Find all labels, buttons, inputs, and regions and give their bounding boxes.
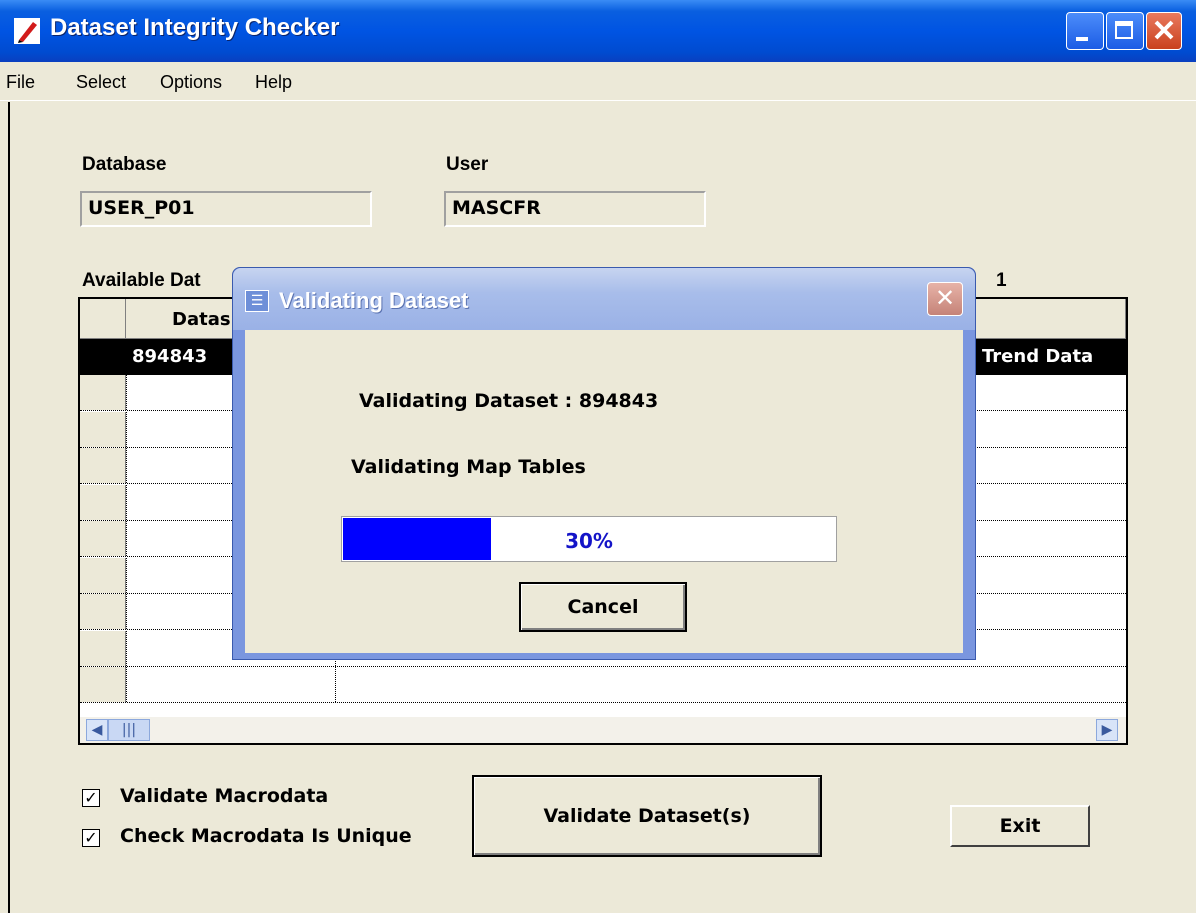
user-field: MASCFR bbox=[444, 191, 706, 227]
row-header[interactable] bbox=[80, 557, 126, 593]
grid-cell[interactable] bbox=[126, 667, 336, 702]
row-header[interactable] bbox=[80, 521, 126, 556]
menu-help[interactable]: Help bbox=[255, 72, 292, 93]
horizontal-scrollbar[interactable]: ◀ ||| ▶ bbox=[80, 716, 1126, 743]
validate-macrodata-label: Validate Macrodata bbox=[120, 785, 329, 807]
table-row[interactable] bbox=[80, 667, 1126, 703]
row-header[interactable] bbox=[80, 484, 126, 520]
row-header[interactable] bbox=[80, 630, 126, 666]
check-unique-checkbox[interactable]: ✓ bbox=[82, 829, 100, 847]
validating-dialog[interactable]: ☰ Validating Dataset ✕ Validating Datase… bbox=[232, 267, 976, 660]
dataset-id-cell: 894843 bbox=[132, 346, 208, 367]
dataset-count: 1 bbox=[996, 270, 1007, 291]
window-titlebar[interactable]: Dataset Integrity Checker bbox=[0, 0, 1196, 62]
dialog-title: Validating Dataset bbox=[279, 288, 469, 313]
user-label: User bbox=[446, 154, 489, 175]
scroll-thumb[interactable]: ||| bbox=[108, 719, 150, 741]
cancel-button[interactable]: Cancel bbox=[519, 582, 687, 632]
progress-text: 30% bbox=[565, 529, 613, 553]
close-icon bbox=[1154, 20, 1174, 40]
minimize-button[interactable] bbox=[1066, 12, 1104, 50]
scroll-left-icon[interactable]: ◀ bbox=[86, 719, 108, 741]
grid-corner-header bbox=[80, 299, 126, 339]
trend-data-cell: Trend Data bbox=[982, 346, 1094, 367]
check-unique-label: Check Macrodata Is Unique bbox=[120, 825, 412, 847]
available-datasets-label: Available Dat bbox=[82, 270, 201, 291]
maximize-icon bbox=[1115, 21, 1133, 39]
row-header[interactable] bbox=[80, 667, 126, 702]
close-icon: ✕ bbox=[934, 284, 956, 312]
row-header[interactable] bbox=[80, 594, 126, 629]
validating-step-text: Validating Map Tables bbox=[351, 456, 586, 478]
menu-file[interactable]: File bbox=[6, 72, 35, 93]
dialog-titlebar[interactable]: ☰ Validating Dataset ✕ bbox=[233, 268, 975, 330]
minimize-icon bbox=[1076, 37, 1088, 41]
progress-bar: 30% bbox=[341, 516, 837, 562]
column-header-label: Datas bbox=[172, 309, 231, 330]
validate-datasets-button[interactable]: Validate Dataset(s) bbox=[472, 775, 822, 857]
exit-button[interactable]: Exit bbox=[950, 805, 1090, 847]
close-button[interactable] bbox=[1146, 12, 1182, 50]
dialog-body: Validating Dataset : 894843 Validating M… bbox=[245, 330, 963, 653]
dialog-form-icon: ☰ bbox=[245, 290, 269, 312]
menu-options[interactable]: Options bbox=[160, 72, 222, 93]
database-field: USER_P01 bbox=[80, 191, 372, 227]
scroll-right-icon[interactable]: ▶ bbox=[1096, 719, 1118, 741]
dialog-close-button[interactable]: ✕ bbox=[927, 282, 963, 316]
menu-bar: File Select Options Help bbox=[0, 62, 1196, 101]
validate-macrodata-checkbox[interactable]: ✓ bbox=[82, 789, 100, 807]
row-header[interactable] bbox=[80, 448, 126, 483]
row-header[interactable] bbox=[80, 375, 126, 410]
maximize-button[interactable] bbox=[1106, 12, 1144, 50]
menu-select[interactable]: Select bbox=[76, 72, 126, 93]
window-title: Dataset Integrity Checker bbox=[50, 14, 340, 41]
validating-dataset-text: Validating Dataset : 894843 bbox=[359, 390, 659, 412]
database-label: Database bbox=[82, 154, 167, 175]
app-pencil-icon bbox=[14, 18, 40, 44]
row-header[interactable] bbox=[80, 411, 126, 447]
